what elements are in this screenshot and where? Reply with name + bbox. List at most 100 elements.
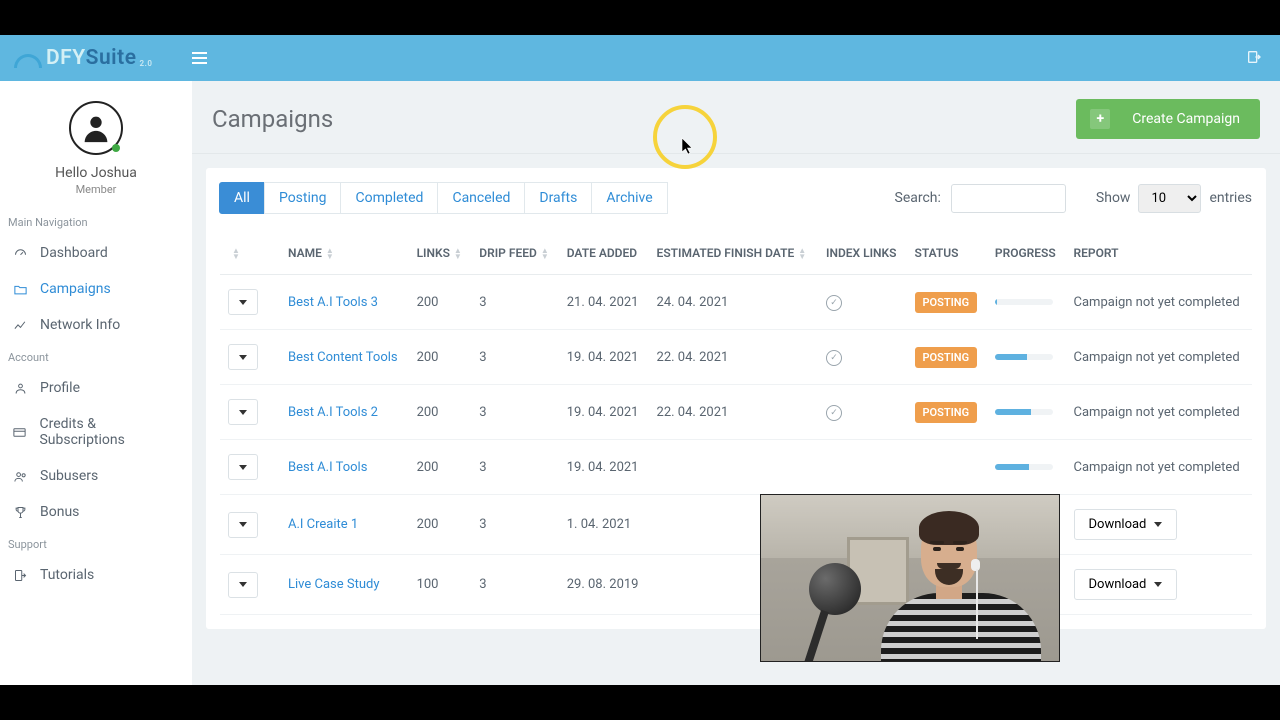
sidebar-item-dashboard[interactable]: Dashboard bbox=[0, 235, 192, 271]
users-icon bbox=[12, 468, 28, 484]
nav-section-support: Support bbox=[0, 530, 192, 557]
th-date-added[interactable]: DATE ADDED bbox=[559, 238, 649, 275]
campaign-name-link[interactable]: A.I Creaite 1 bbox=[288, 517, 358, 532]
show-label: Show bbox=[1096, 190, 1131, 206]
campaign-name-link[interactable]: Best A.I Tools 3 bbox=[288, 295, 378, 310]
online-dot-icon bbox=[112, 144, 120, 152]
tab-drafts[interactable]: Drafts bbox=[524, 182, 592, 214]
sidebar-item-label: Bonus bbox=[40, 504, 79, 520]
cell-drip: 3 bbox=[471, 330, 558, 385]
cell-date-added: 19. 04. 2021 bbox=[559, 385, 649, 440]
table-row: Live Case Study 100 3 29. 08. 2019 Downl… bbox=[220, 555, 1252, 615]
cell-date-added: 19. 04. 2021 bbox=[559, 330, 649, 385]
greeting: Hello Joshua bbox=[0, 165, 192, 181]
cell-report: Campaign not yet completed bbox=[1066, 385, 1252, 440]
row-expand-button[interactable] bbox=[228, 289, 258, 315]
th-status[interactable]: STATUS bbox=[907, 238, 987, 275]
tab-completed[interactable]: Completed bbox=[340, 182, 438, 214]
row-expand-button[interactable] bbox=[228, 399, 258, 425]
logout-icon[interactable] bbox=[1246, 49, 1262, 65]
tab-posting[interactable]: Posting bbox=[264, 182, 342, 214]
cell-progress bbox=[987, 330, 1066, 385]
sort-icon: ▲▼ bbox=[326, 248, 334, 260]
sidebar-item-label: Tutorials bbox=[40, 567, 94, 583]
cell-progress bbox=[987, 385, 1066, 440]
check-icon bbox=[826, 405, 842, 421]
report-text: Campaign not yet completed bbox=[1074, 405, 1240, 420]
user-icon bbox=[12, 380, 28, 396]
page-header: Campaigns + Create Campaign bbox=[192, 81, 1280, 154]
campaign-name-link[interactable]: Live Case Study bbox=[288, 577, 379, 592]
avatar[interactable] bbox=[69, 101, 123, 155]
entries-select[interactable]: 10 bbox=[1138, 184, 1201, 213]
table-row: A.I Creaite 1 200 3 1. 04. 2021 Download bbox=[220, 495, 1252, 555]
th-progress[interactable]: PROGRESS bbox=[987, 238, 1066, 275]
th-name[interactable]: NAME▲▼ bbox=[280, 238, 409, 275]
sidebar-item-profile[interactable]: Profile bbox=[0, 370, 192, 406]
cell-status bbox=[907, 440, 987, 495]
campaign-name-link[interactable]: Best Content Tools bbox=[288, 350, 398, 365]
cell-est-finish: 24. 04. 2021 bbox=[649, 275, 818, 330]
sort-icon[interactable]: ▲▼ bbox=[232, 248, 240, 260]
sidebar-item-campaigns[interactable]: Campaigns bbox=[0, 271, 192, 307]
row-expand-button[interactable] bbox=[228, 454, 258, 480]
campaign-name-link[interactable]: Best A.I Tools bbox=[288, 460, 367, 475]
cell-status: POSTING bbox=[907, 275, 987, 330]
check-icon bbox=[826, 295, 842, 311]
row-expand-button[interactable] bbox=[228, 512, 258, 538]
sidebar-item-label: Campaigns bbox=[40, 281, 111, 297]
sidebar-item-label: Network Info bbox=[40, 317, 120, 333]
cell-status: POSTING bbox=[907, 330, 987, 385]
cell-links: 200 bbox=[409, 385, 472, 440]
cell-est-finish: 22. 04. 2021 bbox=[649, 330, 818, 385]
sidebar-item-label: Credits & Subscriptions bbox=[39, 416, 180, 448]
cell-date-added: 29. 08. 2019 bbox=[559, 555, 649, 615]
cell-date-added: 1. 04. 2021 bbox=[559, 495, 649, 555]
tab-canceled[interactable]: Canceled bbox=[437, 182, 525, 214]
tab-all[interactable]: All bbox=[219, 182, 265, 214]
profile-block: Hello Joshua Member bbox=[0, 81, 192, 208]
logo[interactable]: DFYSuite 2.0 bbox=[14, 46, 152, 70]
cell-progress bbox=[987, 440, 1066, 495]
report-text: Campaign not yet completed bbox=[1074, 350, 1240, 365]
cell-report: Campaign not yet completed bbox=[1066, 275, 1252, 330]
status-badge: POSTING bbox=[915, 347, 978, 368]
table-row: Best A.I Tools 200 3 19. 04. 2021 Campai… bbox=[220, 440, 1252, 495]
cell-links: 100 bbox=[409, 555, 472, 615]
cell-report: Campaign not yet completed bbox=[1066, 440, 1252, 495]
sort-icon: ▲▼ bbox=[454, 248, 462, 260]
download-button[interactable]: Download bbox=[1074, 569, 1178, 600]
button-label: Create Campaign bbox=[1132, 111, 1240, 127]
download-button[interactable]: Download bbox=[1074, 509, 1178, 540]
sidebar-item-subusers[interactable]: Subusers bbox=[0, 458, 192, 494]
th-report[interactable]: REPORT bbox=[1066, 238, 1252, 275]
create-campaign-button[interactable]: + Create Campaign bbox=[1076, 99, 1260, 139]
cell-date-added: 21. 04. 2021 bbox=[559, 275, 649, 330]
tab-archive[interactable]: Archive bbox=[591, 182, 667, 214]
cell-links: 200 bbox=[409, 495, 472, 555]
cell-links: 200 bbox=[409, 330, 472, 385]
campaign-name-link[interactable]: Best A.I Tools 2 bbox=[288, 405, 378, 420]
hamburger-icon[interactable] bbox=[192, 49, 207, 67]
sidebar-item-network-info[interactable]: Network Info bbox=[0, 307, 192, 343]
search-label: Search: bbox=[895, 190, 941, 206]
cell-date-added: 19. 04. 2021 bbox=[559, 440, 649, 495]
row-expand-button[interactable] bbox=[228, 572, 258, 598]
th-links[interactable]: LINKS▲▼ bbox=[409, 238, 472, 275]
sidebar-item-credits[interactable]: Credits & Subscriptions bbox=[0, 406, 192, 458]
sidebar-item-label: Subusers bbox=[40, 468, 98, 484]
row-expand-button[interactable] bbox=[228, 344, 258, 370]
check-icon bbox=[826, 350, 842, 366]
sidebar-item-tutorials[interactable]: Tutorials bbox=[0, 557, 192, 593]
search-input[interactable] bbox=[951, 184, 1066, 213]
th-est-finish[interactable]: ESTIMATED FINISH DATE▲▼ bbox=[649, 238, 818, 275]
cell-report: Campaign not yet completed bbox=[1066, 330, 1252, 385]
th-drip[interactable]: DRIP FEED▲▼ bbox=[471, 238, 558, 275]
sidebar-item-bonus[interactable]: Bonus bbox=[0, 494, 192, 530]
cell-drip: 3 bbox=[471, 275, 558, 330]
webcam-overlay bbox=[760, 494, 1060, 662]
report-text: Campaign not yet completed bbox=[1074, 295, 1240, 310]
gauge-icon bbox=[12, 245, 28, 261]
folder-icon bbox=[12, 281, 28, 297]
th-index-links[interactable]: INDEX LINKS bbox=[818, 238, 906, 275]
